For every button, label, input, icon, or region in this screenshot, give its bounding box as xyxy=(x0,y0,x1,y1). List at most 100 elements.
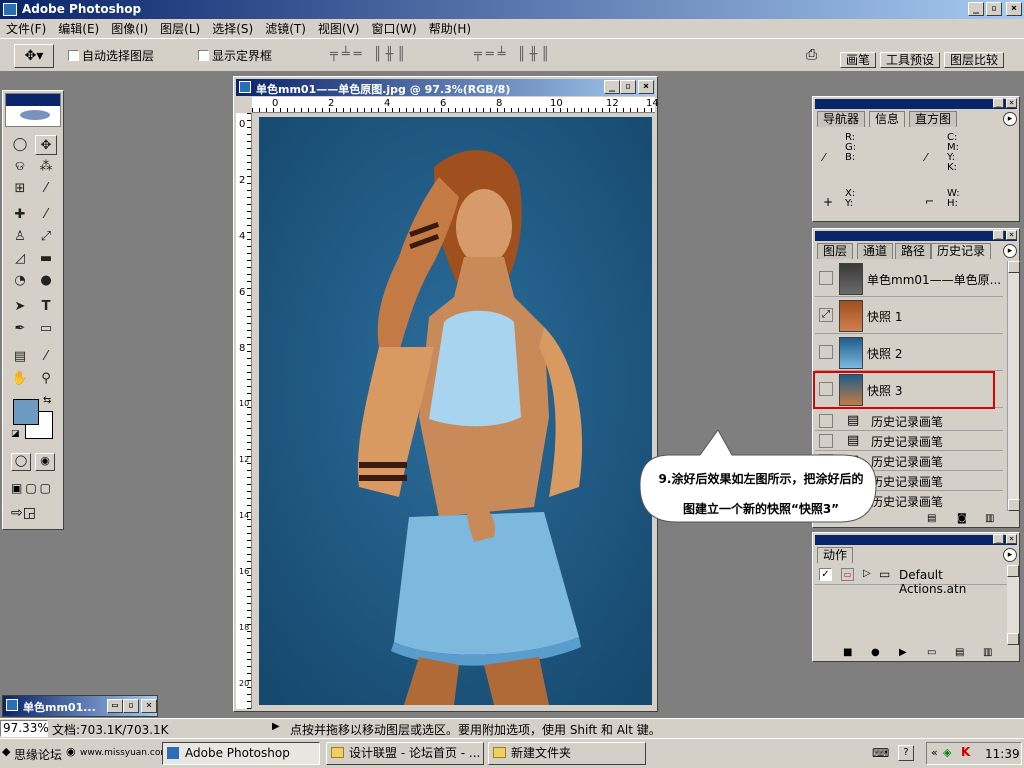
foreground-color-swatch[interactable] xyxy=(13,399,39,425)
palette-tab-tool-presets[interactable]: 工具预设 xyxy=(880,52,941,68)
menu-window[interactable]: 窗口(W) xyxy=(365,19,422,38)
quick-mask-mode-icon[interactable]: ◉ xyxy=(35,453,55,471)
jump-to-imageready-icon[interactable]: ⇨◲ xyxy=(11,505,36,521)
horizontal-ruler[interactable]: 0 2 4 6 8 10 12 14 xyxy=(252,97,659,113)
panel-minimize-icon[interactable]: _ xyxy=(993,534,1004,544)
panel-minimize-icon[interactable]: _ xyxy=(993,98,1004,108)
new-set-icon[interactable]: ▭ xyxy=(927,647,936,658)
palette-tab-layer-comps[interactable]: 图层比较 xyxy=(944,52,1005,68)
history-brush-source-icon[interactable]: ⤢ xyxy=(819,308,833,322)
task-folder[interactable]: 新建文件夹 xyxy=(488,742,646,765)
quicklaunch-forum-label[interactable]: 思缘论坛 xyxy=(14,746,62,763)
brush-tool-icon[interactable]: ⁄ xyxy=(35,205,57,225)
min-doc-restore-button[interactable]: ▭ xyxy=(107,699,123,713)
blur-tool-icon[interactable]: ◔ xyxy=(9,271,31,291)
panel-menu-arrow-icon[interactable]: ▸ xyxy=(1003,112,1017,126)
panel-menu-arrow-icon[interactable]: ▸ xyxy=(1003,244,1017,258)
expand-arrow-icon[interactable]: ▷ xyxy=(863,568,871,579)
quicklaunch-forum-icon[interactable]: ◆ xyxy=(2,745,10,758)
history-snapshot[interactable]: ⤢ 快照 1 xyxy=(815,298,1003,334)
panel-titlebar[interactable]: _ × xyxy=(815,534,1017,545)
menu-edit[interactable]: 编辑(E) xyxy=(52,19,105,38)
menu-view[interactable]: 视图(V) xyxy=(312,19,366,38)
source-toggle[interactable] xyxy=(819,414,833,428)
swap-colors-icon[interactable]: ⇆ xyxy=(43,395,51,406)
tray-network-icon[interactable]: ◈ xyxy=(943,746,951,759)
menu-filter[interactable]: 滤镜(T) xyxy=(259,19,312,38)
marquee-tool-icon[interactable]: ◯ xyxy=(9,135,31,155)
menu-layer[interactable]: 图层(L) xyxy=(154,19,206,38)
distribute-icons[interactable]: ╤═╧ ║╫║ xyxy=(474,47,553,62)
actions-scrollbar[interactable] xyxy=(1007,565,1019,645)
slice-tool-icon[interactable]: ⁄ xyxy=(35,179,57,199)
restore-button[interactable]: ▫ xyxy=(986,2,1002,16)
panel-titlebar[interactable]: _ × xyxy=(815,98,1017,109)
zoom-tool-icon[interactable]: ⚲ xyxy=(35,369,57,389)
move-tool-icon[interactable]: ✥ xyxy=(35,135,57,155)
vertical-ruler[interactable]: 0 2 4 6 8 10 12 14 16 18 20 xyxy=(236,113,252,709)
auto-select-checkbox[interactable] xyxy=(68,50,79,61)
crop-tool-icon[interactable]: ⊞ xyxy=(9,179,31,199)
toolbox-header-logo[interactable] xyxy=(5,93,61,127)
record-icon[interactable]: ● xyxy=(871,647,880,658)
menu-help[interactable]: 帮助(H) xyxy=(423,19,477,38)
close-button[interactable]: × xyxy=(1006,2,1022,16)
minimized-document-window[interactable]: 单色mm01... ▭ ▫ × xyxy=(2,695,158,717)
image-canvas[interactable] xyxy=(259,117,652,705)
doc-size-label[interactable]: 文档:703.1K/703.1K xyxy=(52,721,169,738)
delete-state-icon[interactable]: ▥ xyxy=(985,513,994,524)
task-photoshop[interactable]: Adobe Photoshop xyxy=(162,742,320,765)
panel-close-icon[interactable]: × xyxy=(1006,98,1017,108)
path-selection-tool-icon[interactable]: ➤ xyxy=(9,297,31,317)
doc-maximize-button[interactable]: ▫ xyxy=(620,80,636,94)
default-colors-icon[interactable]: ◪ xyxy=(11,429,20,439)
delete-action-icon[interactable]: ▥ xyxy=(983,647,992,658)
panel-close-icon[interactable]: × xyxy=(1006,534,1017,544)
pen-tool-icon[interactable]: ✒ xyxy=(9,319,31,339)
history-snapshot[interactable]: 单色mm01——单色原... xyxy=(815,261,1003,297)
menu-select[interactable]: 选择(S) xyxy=(206,19,259,38)
eraser-tool-icon[interactable]: ◿ xyxy=(9,249,31,269)
task-browser[interactable]: 设计联盟 - 论坛首页 - ... xyxy=(326,742,484,765)
action-set-row[interactable]: ✓ ▭ ▷ ▭ Default Actions.atn xyxy=(815,565,1007,596)
tray-antivirus-icon[interactable]: K xyxy=(961,745,970,759)
menu-file[interactable]: 文件(F) xyxy=(0,19,52,38)
gradient-tool-icon[interactable]: ▬ xyxy=(35,249,57,269)
tab-histogram[interactable]: 直方图 xyxy=(909,111,958,127)
min-doc-close-button[interactable]: × xyxy=(141,699,157,713)
palette-well-icon[interactable]: ⎙ xyxy=(806,47,817,63)
minimize-button[interactable]: _ xyxy=(968,2,984,16)
align-icons[interactable]: ╤╧═ ║╫║ xyxy=(330,47,409,62)
zoom-field[interactable]: 97.33% xyxy=(0,720,49,737)
standard-mode-icon[interactable]: ◯ xyxy=(11,453,31,471)
history-step[interactable]: ▤ 历史记录画笔 xyxy=(815,411,1003,431)
eyedropper-tool-icon[interactable]: ⁄ xyxy=(35,347,57,367)
panel-close-icon[interactable]: × xyxy=(1006,230,1017,240)
tab-layers[interactable]: 图层 xyxy=(817,243,854,259)
type-tool-icon[interactable]: T xyxy=(35,297,57,317)
stop-icon[interactable]: ■ xyxy=(843,647,852,658)
panel-titlebar[interactable]: _ × xyxy=(815,230,1017,241)
shape-tool-icon[interactable]: ▭ xyxy=(35,319,57,339)
new-snapshot-icon[interactable]: ◙ xyxy=(957,513,967,524)
lasso-tool-icon[interactable]: ଡ xyxy=(9,157,31,177)
tab-navigator[interactable]: 导航器 xyxy=(817,111,866,127)
tab-info[interactable]: 信息 xyxy=(869,111,906,127)
new-action-icon[interactable]: ▤ xyxy=(955,647,964,658)
dodge-tool-icon[interactable]: ● xyxy=(35,271,57,291)
show-bounds-checkbox[interactable] xyxy=(198,50,209,61)
healing-brush-tool-icon[interactable]: ✚ xyxy=(9,205,31,225)
source-toggle[interactable] xyxy=(819,271,833,285)
min-doc-maximize-button[interactable]: ▫ xyxy=(123,699,139,713)
panel-menu-arrow-icon[interactable]: ▸ xyxy=(1003,548,1017,562)
quicklaunch-site-icon[interactable]: ◉ xyxy=(66,745,76,758)
palette-tab-brushes[interactable]: 画笔 xyxy=(840,52,877,68)
panel-minimize-icon[interactable]: _ xyxy=(993,230,1004,240)
screen-mode-icons[interactable]: ▣▢▢ xyxy=(11,481,54,495)
dialog-toggle-icon[interactable]: ▭ xyxy=(841,568,854,581)
history-scrollbar[interactable] xyxy=(1007,261,1020,511)
history-brush-tool-icon[interactable]: ⤢ xyxy=(35,227,57,247)
doc-close-button[interactable]: × xyxy=(638,80,654,94)
notes-tool-icon[interactable]: ▤ xyxy=(9,347,31,367)
stamp-tool-icon[interactable]: ♙ xyxy=(9,227,31,247)
